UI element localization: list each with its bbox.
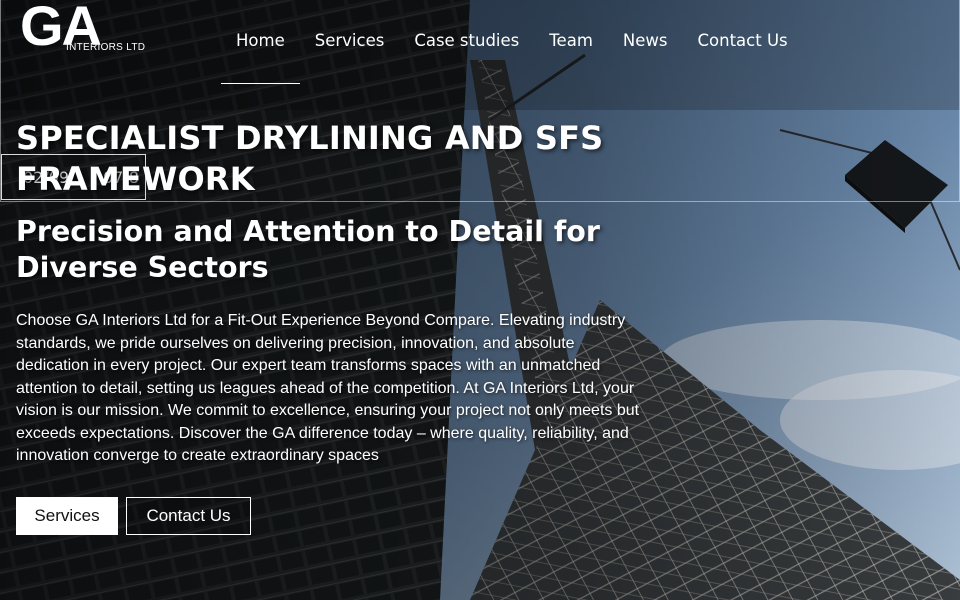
nav-team[interactable]: Team bbox=[534, 0, 608, 84]
nav-home[interactable]: Home bbox=[221, 0, 300, 84]
hero-description: Choose GA Interiors Ltd for a Fit-Out Ex… bbox=[16, 312, 640, 464]
hero-subtitle: Precision and Attention to Detail for Di… bbox=[16, 215, 600, 284]
nav-services[interactable]: Services bbox=[300, 0, 400, 84]
nav-case-studies[interactable]: Case studies bbox=[399, 0, 534, 84]
hero-title: SPECIALIST DRYLINING AND SFS FRAMEWORK bbox=[16, 119, 604, 198]
logo-subtitle: INTERIORS LTD bbox=[66, 42, 146, 53]
contact-us-button[interactable]: Contact Us bbox=[126, 497, 251, 535]
cta-row: Services Contact Us bbox=[16, 497, 251, 535]
services-button[interactable]: Services bbox=[16, 497, 118, 535]
site-header: GA INTERIORS LTD Home Services Case stud… bbox=[0, 0, 960, 84]
nav-contact-us[interactable]: Contact Us bbox=[683, 0, 803, 84]
logo[interactable]: GA INTERIORS LTD bbox=[20, 0, 146, 58]
hero-content: SPECIALIST DRYLINING AND SFS FRAMEWORK P… bbox=[16, 118, 656, 468]
main-nav: Home Services Case studies Team News Con… bbox=[221, 0, 803, 84]
nav-news[interactable]: News bbox=[608, 0, 683, 84]
